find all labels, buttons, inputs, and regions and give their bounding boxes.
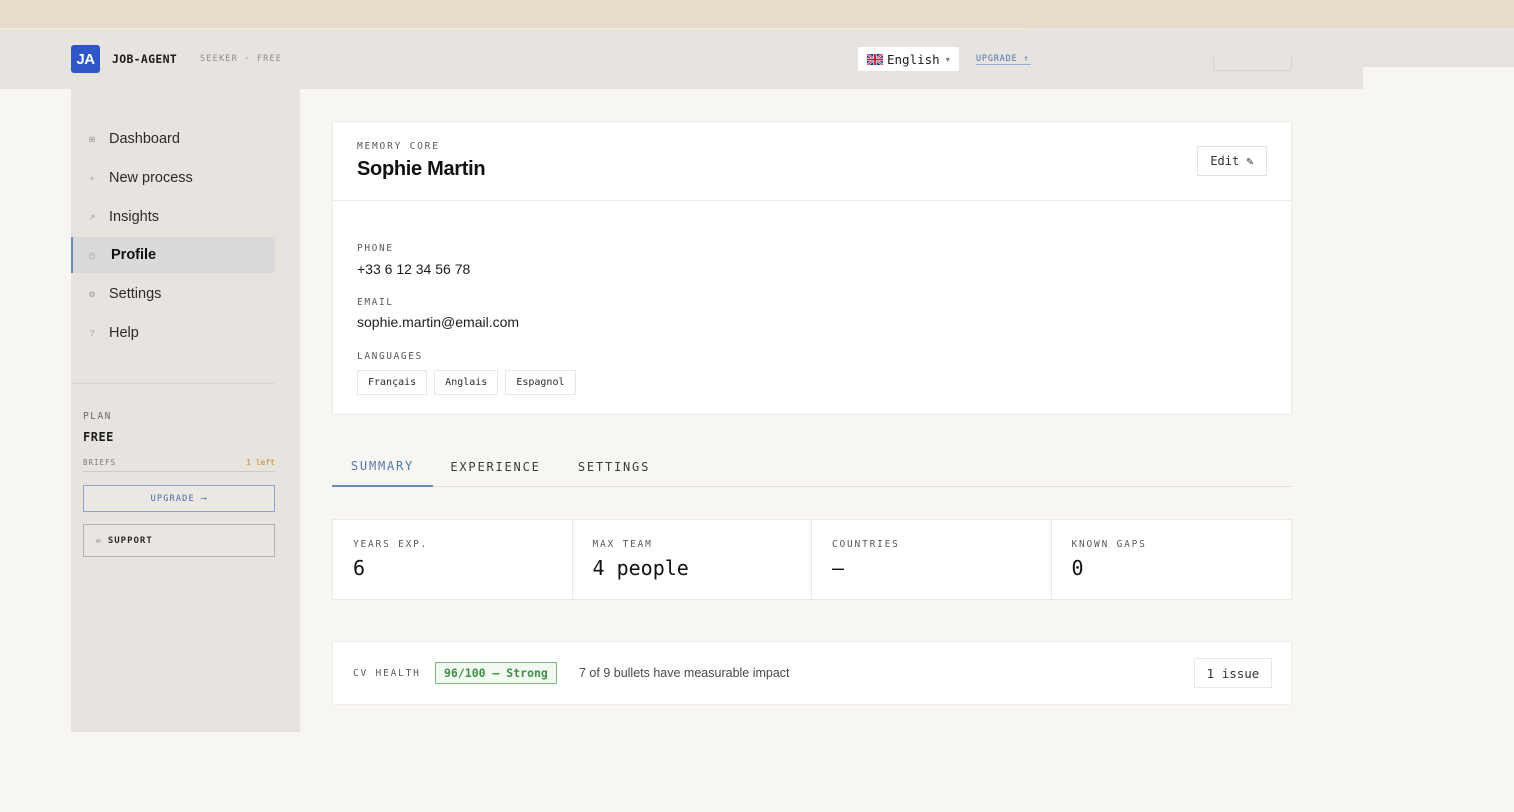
cv-health-detail: 7 of 9 bullets have measurable impact <box>579 666 790 680</box>
language-chip: Espagnol <box>505 370 576 395</box>
profile-card: MEMORY CORE Sophie Martin Edit ✎ PHONE +… <box>332 121 1292 415</box>
trend-icon: ↗ <box>88 212 96 222</box>
phone-value: +33 6 12 34 56 78 <box>357 261 471 277</box>
stat-countries: COUNTRIES — <box>812 520 1052 599</box>
help-icon: ? <box>89 328 95 338</box>
cv-health-label: CV HEALTH <box>353 668 421 679</box>
cv-health-panel: CV HEALTH 96/100 — Strong 7 of 9 bullets… <box>332 641 1292 705</box>
email-label: EMAIL <box>357 297 394 308</box>
language-chip: Français <box>357 370 428 395</box>
gear-icon: ⚙ <box>88 289 96 299</box>
phone-label: PHONE <box>357 243 394 254</box>
briefs-count: 1 left <box>246 458 275 467</box>
profile-tabs: SUMMARY EXPERIENCE SETTINGS <box>332 446 1292 487</box>
stat-max-team: MAX TEAM 4 people <box>573 520 812 599</box>
stat-value: 6 <box>353 556 366 580</box>
language-label: English <box>887 51 940 67</box>
sidebar-item-label: Settings <box>109 286 162 302</box>
language-selector[interactable]: English ▾ <box>858 47 959 71</box>
header-account-button[interactable] <box>1213 55 1292 71</box>
sidebar-item-insights[interactable]: ↗ Insights <box>71 199 275 235</box>
grid-icon: ⊞ <box>88 134 96 144</box>
profile-icon: ◷ <box>88 250 96 260</box>
support-button[interactable]: ✉ SUPPORT <box>83 524 275 557</box>
sidebar-divider <box>71 383 275 384</box>
plan-value: FREE <box>83 430 114 444</box>
sidebar-item-label: Help <box>109 325 139 341</box>
sidebar-item-label: New process <box>109 170 193 186</box>
support-label: SUPPORT <box>107 535 153 546</box>
right-empty-pane <box>1363 67 1514 812</box>
stat-label: YEARS EXP. <box>353 539 429 550</box>
stat-known-gaps: KNOWN GAPS 0 <box>1052 520 1292 599</box>
tab-summary[interactable]: SUMMARY <box>332 446 433 487</box>
uk-flag-icon <box>867 53 883 65</box>
plan-label: PLAN <box>83 411 112 422</box>
briefs-label: BRIEFS <box>83 458 117 467</box>
app-logo[interactable]: JA <box>71 45 100 73</box>
plus-icon: + <box>89 173 95 183</box>
stat-years-exp: YEARS EXP. 6 <box>333 520 573 599</box>
profile-name: Sophie Martin <box>357 158 486 180</box>
cv-health-score-badge: 96/100 — Strong <box>435 662 557 684</box>
issues-button[interactable]: 1 issue <box>1194 658 1272 688</box>
languages-label: LANGUAGES <box>357 351 423 362</box>
sidebar-upgrade-button[interactable]: UPGRADE ⟶ <box>83 485 275 512</box>
sidebar: ⊞ Dashboard + New process ↗ Insights ◷ P… <box>71 89 300 732</box>
sidebar-item-new-process[interactable]: + New process <box>71 160 275 196</box>
brand-name: JOB-AGENT <box>112 52 178 66</box>
stat-label: MAX TEAM <box>592 539 653 550</box>
stat-value: 0 <box>1071 556 1084 580</box>
sidebar-item-label: Dashboard <box>109 131 180 147</box>
stat-label: KNOWN GAPS <box>1071 539 1147 550</box>
tab-experience[interactable]: EXPERIENCE <box>444 446 547 487</box>
summary-stats: YEARS EXP. 6 MAX TEAM 4 people COUNTRIES… <box>332 519 1292 600</box>
tab-settings[interactable]: SETTINGS <box>572 446 656 487</box>
edit-profile-button[interactable]: Edit ✎ <box>1197 146 1267 176</box>
briefs-meter: BRIEFS 1 left <box>83 458 275 472</box>
stat-value: 4 people <box>592 556 689 580</box>
header-upgrade-link[interactable]: UPGRADE ↑ <box>976 54 1031 65</box>
language-chips: Français Anglais Espagnol <box>357 370 576 395</box>
language-chip: Anglais <box>434 370 499 395</box>
mail-icon: ✉ <box>96 536 102 545</box>
stat-label: COUNTRIES <box>832 539 900 550</box>
sidebar-item-dashboard[interactable]: ⊞ Dashboard <box>71 121 275 157</box>
stat-value: — <box>832 556 845 580</box>
sidebar-item-label: Profile <box>111 247 157 263</box>
sidebar-item-profile[interactable]: ◷ Profile <box>71 237 275 273</box>
profile-eyebrow: MEMORY CORE <box>357 141 440 152</box>
sidebar-item-help[interactable]: ? Help <box>71 315 275 351</box>
profile-card-header: MEMORY CORE Sophie Martin Edit ✎ <box>333 122 1291 201</box>
top-strip <box>0 0 1514 28</box>
sidebar-item-label: Insights <box>109 209 159 225</box>
account-tier: SEEKER · FREE <box>200 54 283 64</box>
chevron-down-icon: ▾ <box>945 54 950 64</box>
sidebar-item-settings[interactable]: ⚙ Settings <box>71 276 275 312</box>
email-value: sophie.martin@email.com <box>357 314 520 330</box>
